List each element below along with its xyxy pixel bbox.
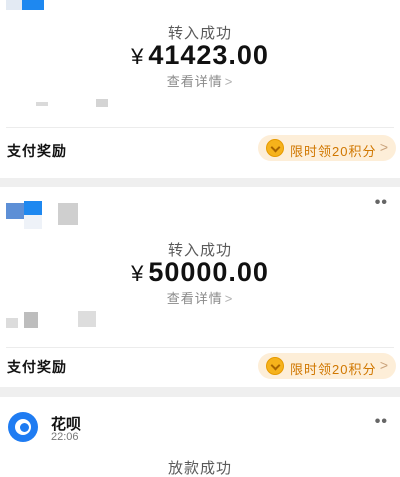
amount-value: 41423.00 [148,40,269,70]
redacted-avatar [22,0,44,10]
currency-symbol: ¥ [131,261,145,286]
redacted-avatar [24,215,42,229]
more-dots-icon[interactable]: •• [375,413,388,431]
huabei-card[interactable]: 花呗 22:06 •• 放款成功 [0,397,400,477]
reward-label: 支付奖励 [7,359,67,375]
divider [6,127,394,128]
redacted-avatar [58,203,78,225]
redacted-avatar-pad [6,0,22,10]
reward-offer-text: 限时领20积分 [290,144,377,159]
more-dots-icon[interactable]: •• [375,194,388,212]
currency-symbol: ¥ [131,44,145,69]
transfer-card-2[interactable]: •• 转入成功 ¥50000.00 查看详情 > 支付奖励 限时领20积分 > [0,187,400,387]
reward-label: 支付奖励 [7,143,67,159]
redacted-info [36,102,48,106]
chevron-right-icon: > [379,139,388,155]
redacted-avatar [42,209,58,227]
view-details-label: 查看详情 [166,74,223,89]
view-details-link[interactable]: 查看详情 > [0,288,400,307]
redacted-info [24,312,38,328]
redacted-avatar [6,203,24,219]
reward-offer-text: 限时领20积分 [290,362,377,377]
amount-value: 50000.00 [148,257,269,287]
redacted-info [78,311,96,327]
reward-offer-button[interactable]: 限时领20积分 > [258,135,396,161]
coin-check-icon [266,139,284,157]
reward-offer-button[interactable]: 限时领20积分 > [258,353,396,379]
redacted-info [6,318,18,328]
chevron-right-icon: > [379,357,388,373]
chevron-right-icon: > [224,291,234,306]
huabei-time: 22:06 [51,431,79,443]
transfer-amount: ¥41423.00 [0,40,400,71]
coin-check-icon [266,357,284,375]
transfer-card-1[interactable]: 转入成功 ¥41423.00 查看详情 > 支付奖励 限时领20积分 > [0,0,400,178]
divider [6,347,394,348]
view-details-link[interactable]: 查看详情 > [0,71,400,90]
huabei-logo-icon [8,412,38,442]
redacted-info [96,99,108,107]
view-details-label: 查看详情 [166,291,223,306]
chevron-right-icon: > [224,74,234,89]
transfer-amount: ¥50000.00 [0,257,400,288]
redacted-avatar [24,201,42,215]
loan-status: 放款成功 [167,460,232,477]
